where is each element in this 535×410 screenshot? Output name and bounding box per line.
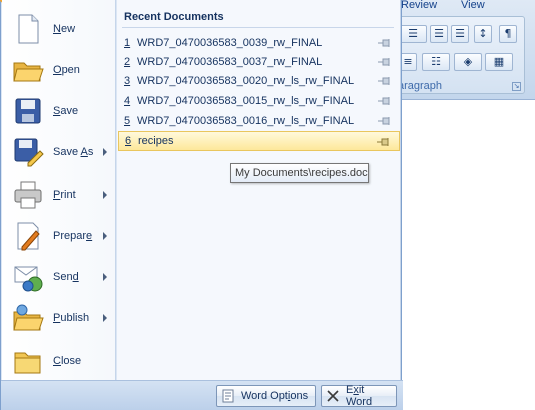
sort-button[interactable]: ↕	[474, 25, 492, 43]
document-area[interactable]	[395, 100, 535, 410]
recent-doc-item[interactable]: 4 WRD7_0470036583_0015_rw_ls_rw_FINAL	[118, 91, 400, 111]
printer-icon	[12, 179, 44, 211]
pin-icon[interactable]	[378, 117, 392, 125]
pin-icon[interactable]	[377, 138, 391, 146]
recent-doc-item[interactable]: 3 WRD7_0470036583_0020_rw_ls_rw_FINAL	[118, 71, 400, 91]
open-folder-icon	[12, 54, 44, 86]
increase-indent-button[interactable]: ☰	[451, 25, 469, 43]
submenu-arrow-icon	[103, 190, 107, 199]
send-icon	[12, 261, 44, 293]
file-path-tooltip: My Documents\recipes.doc	[230, 163, 369, 183]
submenu-arrow-icon	[103, 272, 107, 281]
recent-documents-panel: Recent Documents 1 WRD7_0470036583_0039_…	[117, 0, 401, 380]
line-spacing-button[interactable]: ☷	[422, 53, 450, 71]
submenu-arrow-icon	[103, 147, 107, 156]
pin-icon[interactable]	[378, 58, 392, 66]
new-document-icon	[12, 13, 44, 45]
doc-name: WRD7_0470036583_0016_rw_ls_rw_FINAL	[137, 115, 355, 127]
doc-number: 2	[124, 56, 131, 68]
ribbon-tabs: Review View	[395, 0, 515, 14]
doc-number: 6	[125, 135, 132, 147]
cmd-label-open: Open	[53, 63, 80, 76]
decrease-indent-button[interactable]: ☰	[430, 25, 448, 43]
doc-number: 4	[124, 95, 131, 107]
show-formatting-button[interactable]: ¶	[499, 25, 517, 43]
borders-button[interactable]: ▦	[485, 53, 513, 71]
paragraph-group: ☰ ☰ ☰ ↕ ¶ ≡ ☷ ◈ ▦ aragraph ↘	[395, 16, 525, 94]
doc-name: WRD7_0470036583_0020_rw_ls_rw_FINAL	[137, 75, 355, 87]
recent-documents-title: Recent Documents	[124, 11, 224, 23]
cmd-print[interactable]: Print	[2, 174, 116, 215]
exit-word-label: Exit Word	[346, 384, 373, 408]
cmd-send[interactable]: Send	[2, 256, 116, 297]
close-icon	[326, 389, 340, 403]
cmd-label-prepare: Prepare	[53, 229, 93, 242]
save-as-icon	[12, 136, 44, 168]
cmd-save[interactable]: Save	[2, 90, 116, 131]
options-icon	[221, 389, 235, 403]
group-label-paragraph: aragraph	[398, 80, 443, 92]
word-options-button[interactable]: Word Options	[216, 385, 316, 407]
cmd-label-send: Send	[53, 270, 79, 283]
tab-review[interactable]: Review	[395, 0, 455, 14]
cmd-label-publish: Publish	[53, 311, 90, 324]
doc-number: 3	[124, 75, 131, 87]
doc-name: WRD7_0470036583_0039_rw_FINAL	[137, 37, 323, 49]
recent-doc-item[interactable]: 1 WRD7_0470036583_0039_rw_FINAL	[118, 33, 400, 53]
cmd-label-new: New	[53, 22, 76, 35]
recent-doc-item[interactable]: 5 WRD7_0470036583_0016_rw_ls_rw_FINAL	[118, 111, 400, 131]
menu-footer: Word Options Exit Word	[1, 380, 403, 410]
cmd-label-save: Save	[53, 104, 79, 117]
cmd-label-close: Close	[53, 354, 82, 367]
office-menu: New Open Save Save As Print Prepare Send…	[0, 0, 403, 410]
cmd-publish[interactable]: Publish	[2, 297, 116, 338]
cmd-prepare[interactable]: Prepare	[2, 215, 116, 256]
submenu-arrow-icon	[103, 313, 107, 322]
divider	[122, 27, 394, 28]
pin-icon[interactable]	[378, 77, 392, 85]
word-options-label: Word Options	[241, 390, 309, 402]
doc-number: 1	[124, 37, 131, 49]
submenu-arrow-icon	[103, 231, 107, 240]
cmd-new[interactable]: New	[2, 8, 116, 49]
save-disk-icon	[12, 95, 44, 127]
pin-icon[interactable]	[378, 97, 392, 105]
multilevel-list-button[interactable]: ☰	[399, 25, 427, 43]
dialog-launcher-icon[interactable]: ↘	[512, 82, 521, 91]
recent-doc-item[interactable]: 2 WRD7_0470036583_0037_rw_FINAL	[118, 52, 400, 72]
publish-icon	[12, 302, 44, 334]
doc-name: WRD7_0470036583_0015_rw_ls_rw_FINAL	[137, 95, 355, 107]
cmd-open[interactable]: Open	[2, 49, 116, 90]
doc-name: WRD7_0470036583_0037_rw_FINAL	[137, 56, 323, 68]
command-list: New Open Save Save As Print Prepare Send…	[2, 0, 116, 380]
cmd-close[interactable]: Close	[2, 340, 116, 381]
cmd-save-as[interactable]: Save As	[2, 131, 116, 172]
recent-doc-item-selected[interactable]: 6 recipes	[118, 131, 400, 151]
cmd-label-print: Print	[53, 188, 76, 201]
prepare-icon	[12, 220, 44, 252]
close-folder-icon	[12, 345, 44, 377]
doc-name: recipes	[138, 135, 174, 147]
shading-button[interactable]: ◈	[454, 53, 482, 71]
doc-number: 5	[124, 115, 131, 127]
pin-icon[interactable]	[378, 39, 392, 47]
exit-word-button[interactable]: Exit Word	[321, 384, 397, 408]
tab-view[interactable]: View	[455, 0, 515, 14]
cmd-label-save-as: Save As	[53, 145, 94, 158]
